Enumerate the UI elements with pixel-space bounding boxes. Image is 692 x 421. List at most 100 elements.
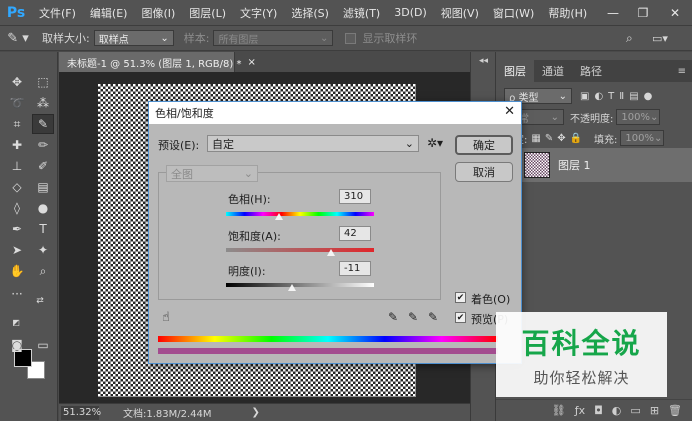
- delete-layer-icon[interactable]: 🗑: [668, 404, 682, 417]
- tab-paths[interactable]: 路径: [572, 60, 610, 82]
- default-colors-icon[interactable]: ◩: [10, 316, 22, 328]
- pen-tool-icon[interactable]: ✒: [6, 219, 28, 239]
- dodge-tool-icon[interactable]: ●: [32, 198, 54, 218]
- quick-mask-icon[interactable]: ◙: [6, 335, 28, 355]
- new-group-icon[interactable]: ▭: [630, 404, 640, 417]
- workspace-icon[interactable]: ▭▾: [652, 32, 668, 45]
- sample-size-select[interactable]: 取样点 ⌄: [93, 30, 174, 46]
- hue-slider[interactable]: [226, 212, 374, 216]
- preset-value: 自定: [212, 137, 234, 151]
- saturation-slider-thumb[interactable]: [327, 249, 336, 256]
- dialog-title: 色相/饱和度: [155, 107, 214, 120]
- marquee-tool-icon[interactable]: ⬚: [32, 72, 54, 92]
- lock-icons[interactable]: ▦✎✥🔒: [531, 133, 586, 144]
- lightness-slider-thumb[interactable]: [287, 284, 296, 291]
- fill-field[interactable]: 100% ⌄: [620, 130, 665, 146]
- type-tool-icon[interactable]: T: [32, 219, 54, 239]
- hue-slider-thumb[interactable]: [275, 213, 284, 220]
- preset-select[interactable]: 自定 ⌄: [207, 135, 419, 152]
- input-color-bar: [158, 336, 498, 342]
- menu-image[interactable]: 图像(I): [134, 5, 182, 21]
- more-tools-icon[interactable]: ···: [6, 284, 28, 304]
- menu-file[interactable]: 文件(F): [32, 5, 83, 21]
- fill-value: 100%: [625, 132, 655, 144]
- hand-tool-icon[interactable]: ✋: [6, 261, 28, 281]
- shape-tool-icon[interactable]: ✦: [32, 240, 54, 260]
- panel-menu-icon[interactable]: ≡: [678, 66, 686, 77]
- targeted-adjustment-hand-icon[interactable]: ☝: [162, 310, 170, 325]
- magic-wand-icon[interactable]: ⁂: [32, 93, 54, 113]
- eyedropper-plus-icon[interactable]: ✎: [408, 310, 418, 324]
- zoom-level[interactable]: 51.32%: [61, 405, 101, 420]
- menu-view[interactable]: 视图(V): [434, 5, 486, 21]
- opacity-field[interactable]: 100% ⌄: [616, 109, 661, 125]
- history-brush-icon[interactable]: ✐: [32, 156, 54, 176]
- adjustment-layer-icon[interactable]: ◐: [612, 404, 622, 417]
- colorize-label: 着色(O): [471, 293, 511, 306]
- status-menu-arrow[interactable]: ❯: [252, 407, 260, 418]
- close-icon[interactable]: ✕: [504, 104, 515, 119]
- sample-value: 所有图层: [218, 34, 259, 46]
- search-icon[interactable]: ⌕: [626, 31, 633, 46]
- zoom-tool-icon[interactable]: ⌕: [32, 261, 54, 281]
- chevron-down-icon: ⌄: [404, 137, 414, 150]
- chevron-down-icon: ⌄: [558, 90, 567, 102]
- crop-tool-icon[interactable]: ⌗: [6, 114, 28, 134]
- show-ring-checkbox[interactable]: [345, 32, 357, 44]
- layer-filter-icons[interactable]: ▣◐TⅡ▤●: [580, 91, 657, 102]
- eyedropper-tool-icon[interactable]: ✎: [32, 114, 54, 134]
- lightness-slider[interactable]: [226, 283, 374, 287]
- eyedropper-icon[interactable]: ✎: [388, 310, 398, 324]
- close-icon[interactable]: ×: [247, 57, 255, 68]
- menu-select[interactable]: 选择(S): [284, 5, 336, 21]
- tab-channels[interactable]: 通道: [534, 60, 572, 82]
- saturation-slider[interactable]: [226, 248, 374, 252]
- blur-tool-icon[interactable]: ◊: [6, 198, 28, 218]
- hue-label: 色相(H):: [228, 193, 271, 206]
- screen-mode-icon[interactable]: ▭: [32, 335, 54, 355]
- layer-row[interactable]: ◉ 图层 1: [496, 148, 692, 182]
- preset-options-gear-icon[interactable]: ✲▾: [427, 136, 443, 150]
- close-icon[interactable]: ✕: [660, 0, 690, 25]
- stamp-tool-icon[interactable]: ⊥: [6, 156, 28, 176]
- menu-layer[interactable]: 图层(L): [182, 5, 233, 21]
- lightness-input[interactable]: -11: [339, 261, 371, 276]
- collapse-icon[interactable]: ◂◂: [479, 56, 488, 66]
- menu-help[interactable]: 帮助(H): [541, 5, 594, 21]
- menu-window[interactable]: 窗口(W): [486, 5, 541, 21]
- menu-filter[interactable]: 滤镜(T): [336, 5, 387, 21]
- move-tool-icon[interactable]: ✥: [6, 72, 28, 92]
- restore-icon[interactable]: ❐: [628, 0, 658, 25]
- document-tab[interactable]: 未标题-1 @ 51.3% (图层 1, RGB/8) * ×: [59, 52, 256, 72]
- path-selection-icon[interactable]: ➤: [6, 240, 28, 260]
- preview-checkbox[interactable]: ✔: [455, 312, 466, 323]
- cancel-button[interactable]: 取消: [455, 162, 513, 182]
- lasso-tool-icon[interactable]: ➰: [6, 93, 28, 113]
- swap-colors-icon[interactable]: ⇄: [34, 295, 46, 307]
- healing-brush-icon[interactable]: ✚: [6, 135, 28, 155]
- hue-input[interactable]: 310: [339, 189, 371, 204]
- channel-select[interactable]: 全图 ⌄: [166, 165, 258, 182]
- eyedropper-minus-icon[interactable]: ✎: [428, 310, 438, 324]
- layer-style-icon[interactable]: ƒx: [575, 404, 585, 417]
- menu-edit[interactable]: 编辑(E): [83, 5, 135, 21]
- new-layer-icon[interactable]: ⊞: [650, 404, 659, 417]
- saturation-input[interactable]: 42: [339, 226, 371, 241]
- tab-layers[interactable]: 图层: [496, 60, 534, 82]
- link-layers-icon[interactable]: ⛓: [552, 404, 566, 417]
- ok-button[interactable]: 确定: [455, 135, 513, 155]
- eyedropper-tool-icon[interactable]: ✎ ▾: [0, 31, 36, 46]
- colorize-checkbox[interactable]: ✔: [455, 292, 466, 303]
- watermark-subtitle: 助你轻松解决: [533, 369, 630, 387]
- gradient-tool-icon[interactable]: ▤: [32, 177, 54, 197]
- eraser-tool-icon[interactable]: ◇: [6, 177, 28, 197]
- dialog-titlebar[interactable]: 色相/饱和度 ✕: [149, 102, 521, 124]
- menu-3d[interactable]: 3D(D): [387, 6, 434, 19]
- menu-type[interactable]: 文字(Y): [233, 5, 284, 21]
- minimize-icon[interactable]: —: [598, 0, 628, 25]
- add-mask-icon[interactable]: ◘: [594, 404, 603, 417]
- sample-select[interactable]: 所有图层 ⌄: [213, 30, 334, 46]
- layer-thumbnail: [524, 152, 550, 178]
- brush-tool-icon[interactable]: ✏: [32, 135, 54, 155]
- photoshop-logo: Ps: [6, 4, 26, 21]
